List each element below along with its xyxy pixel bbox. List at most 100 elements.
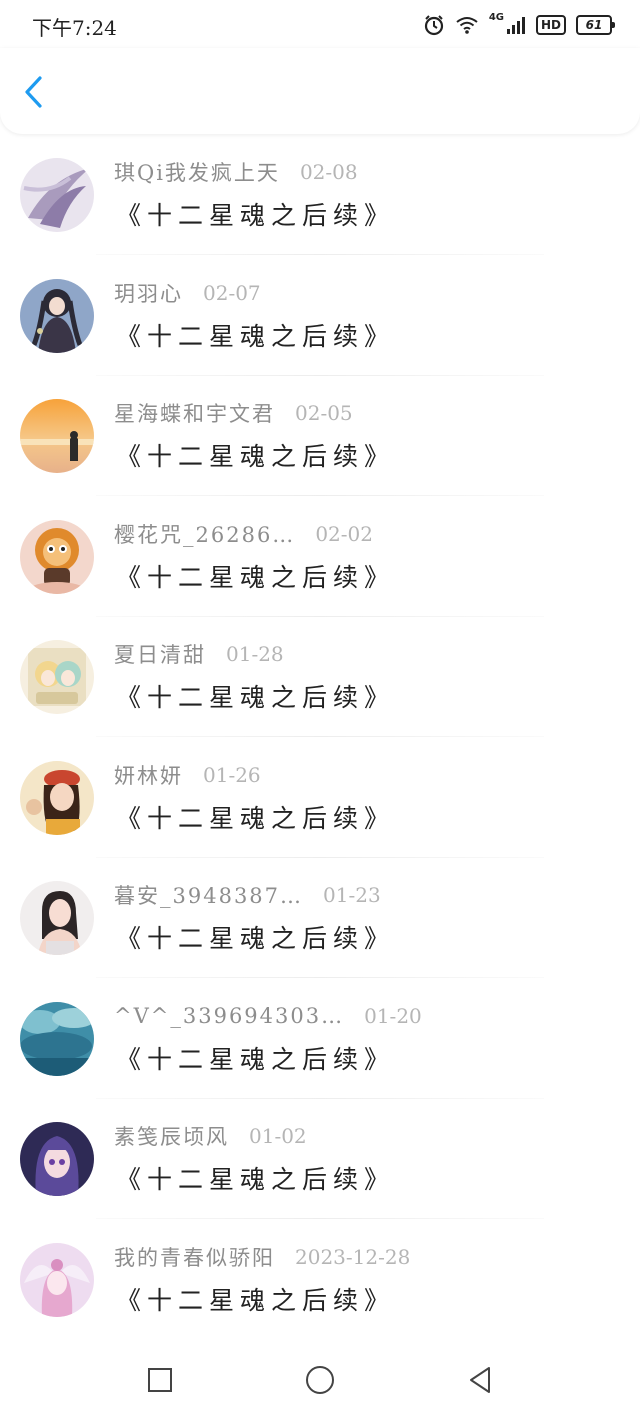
pink-angel-avatar [20, 1242, 94, 1317]
comment-date: 2023-12-28 [295, 1244, 411, 1269]
avatar[interactable] [20, 278, 94, 353]
chevron-left-icon [23, 75, 45, 113]
comment-list: 琪Qi我发疯上天 02-08 《十二星魂之后续》 玥羽心 02-07 《十二星魂… [0, 140, 640, 1345]
comment-date: 02-08 [299, 160, 358, 184]
divider [96, 254, 544, 255]
divider [96, 856, 544, 858]
comment-text: 《十二星魂之后续》 [116, 1165, 396, 1194]
username[interactable]: 琪Qi我发疯上天 [114, 157, 280, 187]
back-button[interactable] [14, 74, 54, 114]
divider [96, 736, 544, 737]
divider [96, 977, 544, 978]
avatar[interactable] [20, 1242, 94, 1317]
anime-girl-dark-avatar [20, 278, 94, 353]
triangle-back-icon [467, 1366, 493, 1398]
avatar[interactable] [20, 399, 94, 473]
comment-meta: 樱花咒_26286… 02-02 [114, 520, 373, 548]
comment-text: 《十二星魂之后续》 [116, 442, 396, 471]
wifi-icon [455, 15, 479, 35]
comment-text: 《十二星魂之后续》 [116, 201, 396, 230]
anime-purple-hair-avatar [20, 1122, 94, 1196]
comment-text: 《十二星魂之后续》 [116, 1285, 396, 1315]
circle-icon [305, 1365, 335, 1399]
list-item[interactable]: 玥羽心 02-07 《十二星魂之后续》 [0, 261, 640, 382]
battery-icon: 61 [576, 15, 615, 35]
square-icon [147, 1367, 173, 1397]
signal-icon [506, 15, 526, 35]
hd-badge: HD [535, 15, 566, 35]
username[interactable]: 夏日清甜 [114, 639, 206, 669]
username[interactable]: 星海蝶和宇文君 [114, 398, 275, 428]
username[interactable]: 樱花咒_26286… [114, 519, 295, 549]
comment-date: 02-07 [203, 280, 261, 305]
blue-clouds-avatar [20, 1001, 94, 1076]
comment-date: 02-05 [295, 401, 353, 425]
status-bar: 下午7:24 4G HD 61 [0, 0, 640, 48]
list-item[interactable]: 我的青春似骄阳 2023-12-28 《十二星魂之后续》 [0, 1225, 640, 1346]
comment-date: 02-02 [315, 521, 373, 546]
avatar[interactable] [20, 519, 94, 594]
divider [96, 374, 544, 376]
comment-meta: 夏日清甜 01-28 [114, 640, 284, 668]
home-button[interactable] [300, 1362, 340, 1402]
username[interactable]: 妍林妍 [114, 760, 183, 790]
list-item[interactable]: 暮安_3948387… 01-23 《十二星魂之后续》 [0, 863, 640, 984]
sunset-beach-avatar [20, 399, 94, 473]
comment-meta: 素笺辰顷风 01-02 [114, 1122, 307, 1150]
comment-text: 《十二星魂之后续》 [116, 321, 396, 351]
avatar[interactable] [20, 881, 94, 955]
username[interactable]: 玥羽心 [114, 278, 183, 308]
list-item[interactable]: 琪Qi我发疯上天 02-08 《十二星魂之后续》 [0, 140, 640, 261]
status-time: 下午7:24 [32, 16, 117, 40]
purple-feather-avatar [20, 158, 94, 232]
avatar[interactable] [20, 640, 94, 714]
comment-date: 01-02 [249, 1124, 307, 1148]
list-item[interactable]: 樱花咒_26286… 02-02 《十二星魂之后续》 [0, 502, 640, 623]
divider [96, 495, 544, 496]
list-item[interactable]: 星海蝶和宇文君 02-05 《十二星魂之后续》 [0, 381, 640, 502]
comment-text: 《十二星魂之后续》 [116, 683, 396, 712]
comment-meta: 星海蝶和宇文君 02-05 [114, 399, 353, 427]
avatar[interactable] [20, 1122, 94, 1196]
recents-button[interactable] [140, 1362, 180, 1402]
divider [96, 615, 544, 617]
cartoon-lion-avatar [20, 519, 94, 594]
header [0, 48, 640, 134]
comment-meta: 琪Qi我发疯上天 02-08 [114, 158, 358, 186]
system-nav-bar [0, 1340, 640, 1422]
username[interactable]: 素笺辰顷风 [114, 1121, 229, 1151]
girl-red-beret-avatar [20, 760, 94, 835]
comment-meta: ^V^_339694303… 01-20 [114, 1002, 422, 1030]
comment-text: 《十二星魂之后续》 [116, 924, 396, 953]
comment-text: 《十二星魂之后续》 [116, 1044, 396, 1074]
comment-date: 01-20 [364, 1003, 422, 1028]
comment-meta: 我的青春似骄阳 2023-12-28 [114, 1243, 410, 1271]
comment-date: 01-28 [226, 642, 284, 666]
avatar[interactable] [20, 760, 94, 835]
anime-chibi-avatar [20, 640, 94, 714]
divider [96, 1097, 544, 1099]
comment-date: 01-23 [323, 883, 381, 907]
battery-level: 61 [585, 18, 603, 32]
comment-meta: 玥羽心 02-07 [114, 279, 261, 307]
girl-photo-avatar [20, 881, 94, 955]
avatar[interactable] [20, 1001, 94, 1076]
list-item[interactable]: 妍林妍 01-26 《十二星魂之后续》 [0, 743, 640, 864]
comment-text: 《十二星魂之后续》 [116, 803, 396, 833]
username[interactable]: 我的青春似骄阳 [114, 1242, 275, 1272]
username[interactable]: 暮安_3948387… [114, 880, 303, 910]
list-item[interactable]: 夏日清甜 01-28 《十二星魂之后续》 [0, 622, 640, 743]
comment-text: 《十二星魂之后续》 [116, 562, 396, 592]
status-icons: 4G HD 61 [423, 11, 615, 38]
network-label: 4G [488, 11, 504, 23]
list-item[interactable]: ^V^_339694303… 01-20 《十二星魂之后续》 [0, 984, 640, 1105]
divider [96, 1218, 544, 1219]
avatar[interactable] [20, 158, 94, 232]
comment-meta: 暮安_3948387… 01-23 [114, 881, 381, 909]
comment-meta: 妍林妍 01-26 [114, 761, 261, 789]
comment-date: 01-26 [203, 762, 261, 787]
nav-back-button[interactable] [460, 1362, 500, 1402]
alarm-icon [423, 14, 445, 36]
username[interactable]: ^V^_339694303… [114, 1004, 344, 1028]
list-item[interactable]: 素笺辰顷风 01-02 《十二星魂之后续》 [0, 1104, 640, 1225]
